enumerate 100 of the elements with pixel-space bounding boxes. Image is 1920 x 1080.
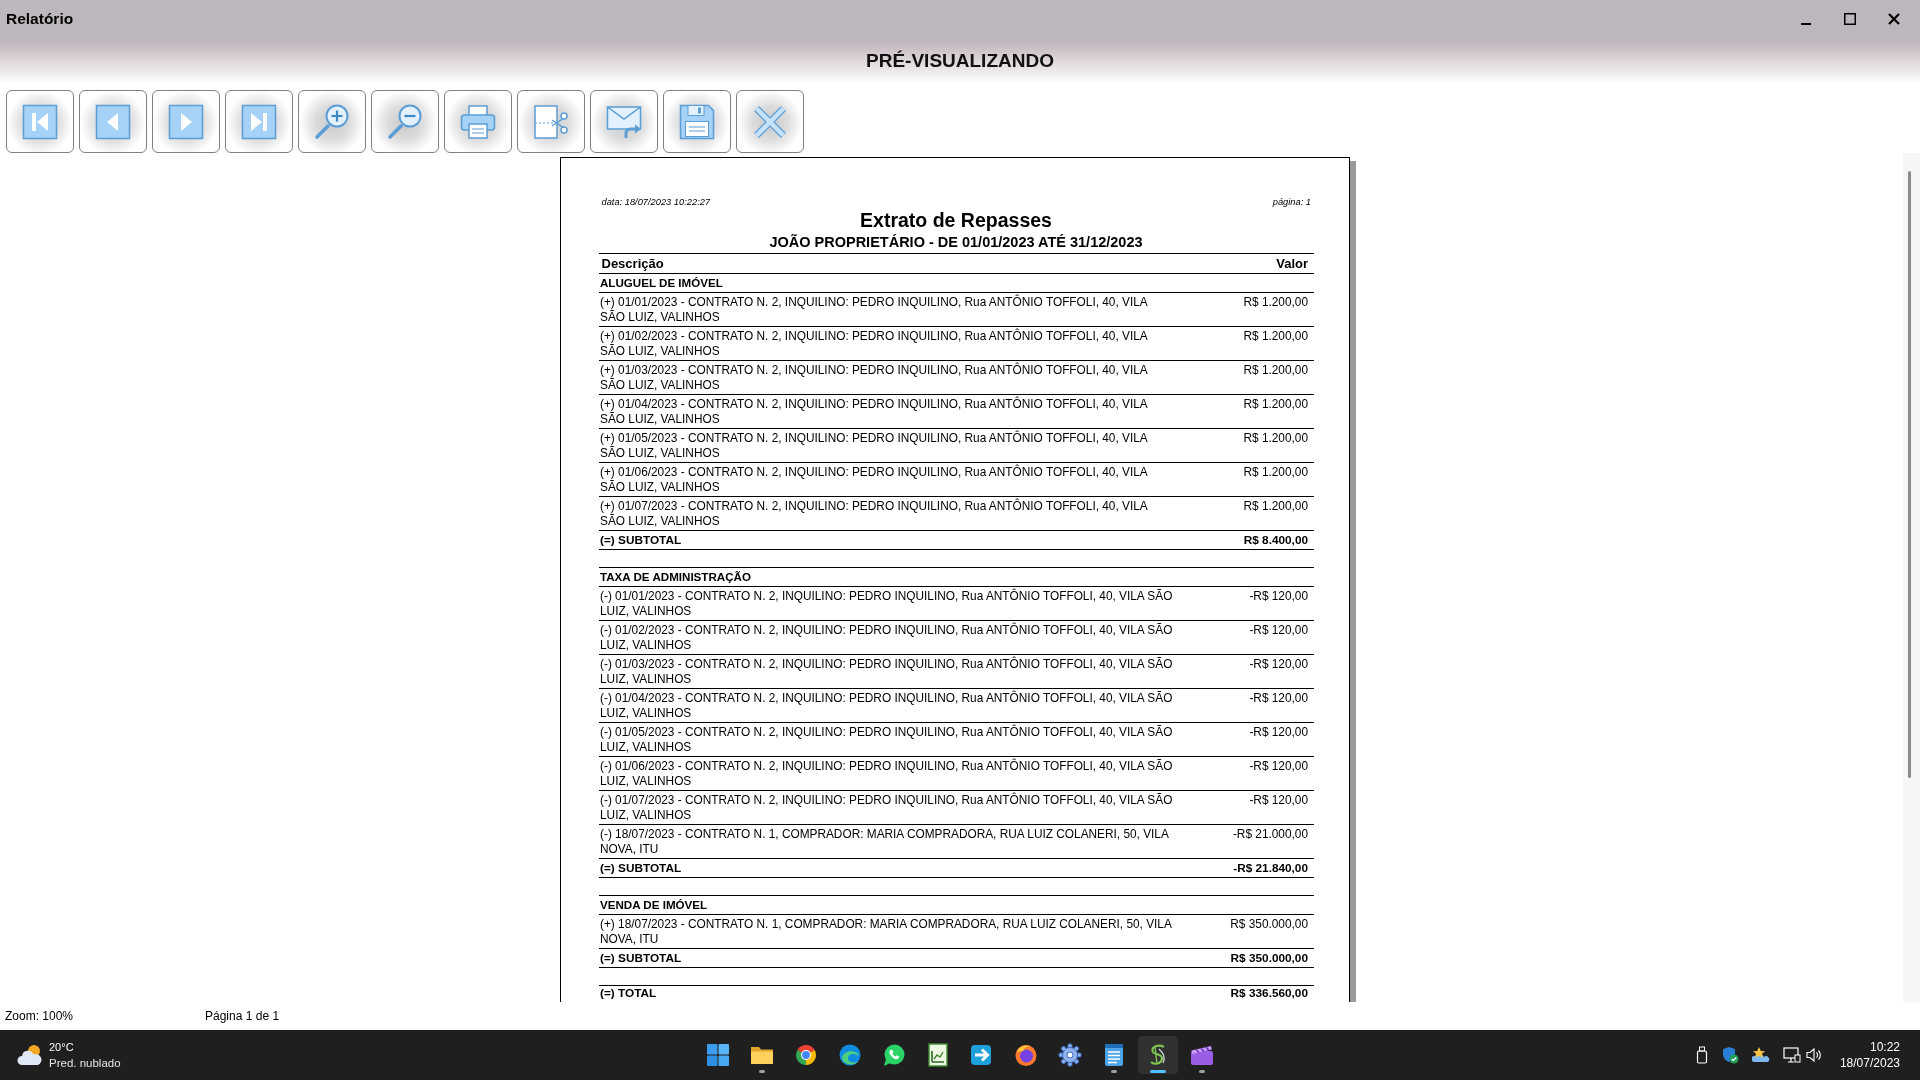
start-icon: [706, 1043, 730, 1067]
description-cell-text: (+) 18/07/2023 - CONTRATO N. 1, COMPRADOR: MARIA COMPRADORA, RUA LUIZ COLANERI, 50, VILA NOVA, ITU: [600, 916, 1173, 948]
printer-icon: [460, 103, 496, 140]
clapperboard-icon: [1190, 1043, 1214, 1067]
spreadsheet-icon: [926, 1043, 950, 1067]
subtotal-value: -R$ 21.840,00: [1233, 860, 1308, 877]
preview-heading: PRÉ-VISUALIZANDO: [866, 50, 1054, 72]
section-title: ALUGUEL DE IMÓVEL: [600, 275, 723, 291]
next-icon: [168, 103, 204, 140]
value-cell-text: -R$ 120,00: [1249, 656, 1308, 673]
column-header: Valor: [1276, 255, 1308, 273]
minimize-icon: [1801, 23, 1811, 25]
description-cell-text: (+) 01/06/2023 - CONTRATO N. 2, INQUILINO: PEDRO INQUILINO, Rua ANTÔNIO TOFFOLI, 40, VILA SÃO LUIZ, VALINHOS: [600, 464, 1149, 496]
last-page-button[interactable]: [225, 90, 293, 153]
value-cell-text: R$ 1.200,00: [1243, 430, 1308, 447]
clock-time[interactable]: 10:22: [1869, 1039, 1900, 1055]
taskbar-button[interactable]: [1138, 1036, 1178, 1074]
close-preview-button[interactable]: [736, 90, 804, 153]
value-cell-text: R$ 350.000,00: [1230, 916, 1308, 933]
skip-start-icon: [22, 103, 58, 140]
save-button[interactable]: [663, 90, 731, 153]
monitor-icon[interactable]: [1782, 1046, 1801, 1064]
ring-logo-icon: [794, 1043, 818, 1067]
gear-icon: [1058, 1043, 1082, 1067]
value-cell-text: R$ 1.200,00: [1243, 498, 1308, 515]
section-title: TAXA DE ADMINISTRAÇÃO: [600, 569, 751, 585]
weather-temperature: 20°C: [49, 1040, 75, 1055]
subtotal-label: (=) SUBTOTAL: [600, 532, 682, 549]
value-cell-text: R$ 1.200,00: [1243, 396, 1308, 413]
value-cell-text: R$ 1.200,00: [1243, 328, 1308, 345]
value-cell-text: R$ 1.200,00: [1243, 294, 1308, 311]
value-cell-text: -R$ 120,00: [1249, 792, 1308, 809]
scrollbar-thumb[interactable]: [1908, 171, 1911, 778]
speaker-icon[interactable]: [1805, 1047, 1822, 1063]
subtotal-label: (=) SUBTOTAL: [600, 950, 682, 967]
description-cell-text: (-) 18/07/2023 - CONTRATO N. 1, COMPRADOR: MARIA COMPRADORA, RUA LUIZ COLANERI, 50, VILA NOVA, ITU: [600, 826, 1170, 858]
description-cell-text: (+) 01/02/2023 - CONTRATO N. 2, INQUILINO: PEDRO INQUILINO, Rua ANTÔNIO TOFFOLI, 40, VILA SÃO LUIZ, VALINHOS: [600, 328, 1149, 360]
value-cell-text: -R$ 120,00: [1249, 690, 1308, 707]
star-icon[interactable]: [1751, 1046, 1770, 1064]
report-title: Extrato de Repasses: [859, 209, 1053, 231]
subtotal-value: R$ 8.400,00: [1243, 532, 1308, 549]
value-cell-text: -R$ 120,00: [1249, 758, 1308, 775]
description-cell-text: (+) 01/07/2023 - CONTRATO N. 2, INQUILINO: PEDRO INQUILINO, Rua ANTÔNIO TOFFOLI, 40, VILA SÃO LUIZ, VALINHOS: [600, 498, 1149, 530]
zoom-out-button[interactable]: [371, 90, 439, 153]
value-cell-text: -R$ 120,00: [1249, 724, 1308, 741]
previous-page-button[interactable]: [79, 90, 147, 153]
total-value: R$ 336.560,00: [1230, 987, 1308, 1000]
window-title: Relatório: [6, 10, 74, 28]
description-cell-text: (-) 01/06/2023 - CONTRATO N. 2, INQUILINO: PEDRO INQUILINO, Rua ANTÔNIO TOFFOLI, 40, VILA SÃO LUIZ, VALINHOS: [600, 758, 1174, 790]
previous-icon: [95, 103, 131, 140]
subtotal-label: (=) SUBTOTAL: [600, 860, 682, 877]
skip-end-icon: [241, 103, 277, 140]
zoom-out-icon: [387, 103, 423, 140]
close-icon: [752, 103, 788, 140]
cloud-sun-icon: [17, 1044, 43, 1066]
cut-page-button[interactable]: [517, 90, 585, 153]
report-subtitle: JOÃO PROPRIETÁRIO - DE 01/01/2023 ATÉ 31/12/2023: [768, 233, 1144, 251]
page-count-label: Página 1 de 1: [205, 1009, 280, 1023]
chat-bubble-icon: [882, 1043, 906, 1067]
description-cell-text: (-) 01/01/2023 - CONTRATO N. 2, INQUILINO: PEDRO INQUILINO, Rua ANTÔNIO TOFFOLI, 40, VILA SÃO LUIZ, VALINHOS: [600, 588, 1174, 620]
description-cell-text: (-) 01/07/2023 - CONTRATO N. 2, INQUILINO: PEDRO INQUILINO, Rua ANTÔNIO TOFFOLI, 40, VILA SÃO LUIZ, VALINHOS: [600, 792, 1174, 824]
description-cell-text: (+) 01/04/2023 - CONTRATO N. 2, INQUILINO: PEDRO INQUILINO, Rua ANTÔNIO TOFFOLI, 40, VILA SÃO LUIZ, VALINHOS: [600, 396, 1149, 428]
zoom-level-label: Zoom: 100%: [5, 1009, 74, 1023]
description-cell-text: (+) 01/03/2023 - CONTRATO N. 2, INQUILINO: PEDRO INQUILINO, Rua ANTÔNIO TOFFOLI, 40, VILA SÃO LUIZ, VALINHOS: [600, 362, 1149, 394]
section-title: VENDA DE IMÓVEL: [600, 897, 708, 913]
first-page-button[interactable]: [6, 90, 74, 153]
report-date: data: 18/07/2023 10:22:27: [601, 197, 711, 208]
envelope-arrow-icon: [606, 103, 642, 140]
weather-condition: Pred. nublado: [49, 1056, 121, 1071]
value-cell-text: -R$ 120,00: [1249, 588, 1308, 605]
print-button[interactable]: [444, 90, 512, 153]
value-cell-text: -R$ 21.000,00: [1232, 826, 1308, 843]
maximize-icon: [1844, 13, 1856, 25]
subtotal-value: R$ 350.000,00: [1230, 950, 1308, 967]
column-header: Descrição: [601, 255, 664, 273]
usb-drive-icon[interactable]: [1695, 1046, 1708, 1064]
fox-globe-icon: [1014, 1043, 1038, 1067]
description-cell-text: (-) 01/03/2023 - CONTRATO N. 2, INQUILINO: PEDRO INQUILINO, Rua ANTÔNIO TOFFOLI, 40, VILA SÃO LUIZ, VALINHOS: [600, 656, 1174, 688]
value-cell-text: -R$ 120,00: [1249, 622, 1308, 639]
next-page-button[interactable]: [152, 90, 220, 153]
value-cell-text: R$ 1.200,00: [1243, 464, 1308, 481]
close-icon: [1888, 13, 1900, 25]
description-cell-text: (-) 01/05/2023 - CONTRATO N. 2, INQUILINO: PEDRO INQUILINO, Rua ANTÔNIO TOFFOLI, 40, VILA SÃO LUIZ, VALINHOS: [600, 724, 1174, 756]
arrow-box-icon: [970, 1043, 994, 1067]
description-cell-text: (-) 01/02/2023 - CONTRATO N. 2, INQUILINO: PEDRO INQUILINO, Rua ANTÔNIO TOFFOLI, 40, VILA SÃO LUIZ, VALINHOS: [600, 622, 1174, 654]
clock-date[interactable]: 18/07/2023: [1839, 1055, 1900, 1071]
description-cell-text: (+) 01/01/2023 - CONTRATO N. 2, INQUILINO: PEDRO INQUILINO, Rua ANTÔNIO TOFFOLI, 40, VILA SÃO LUIZ, VALINHOS: [600, 294, 1149, 326]
total-label: (=) TOTAL: [600, 987, 657, 1000]
value-cell-text: R$ 1.200,00: [1243, 362, 1308, 379]
description-cell-text: (-) 01/04/2023 - CONTRATO N. 2, INQUILINO: PEDRO INQUILINO, Rua ANTÔNIO TOFFOLI, 40, VILA SÃO LUIZ, VALINHOS: [600, 690, 1174, 722]
zoom-in-icon: [314, 103, 350, 140]
scrollbar-track[interactable]: [1903, 153, 1920, 1002]
description-cell-text: (+) 01/05/2023 - CONTRATO N. 2, INQUILINO: PEDRO INQUILINO, Rua ANTÔNIO TOFFOLI, 40, VILA SÃO LUIZ, VALINHOS: [600, 430, 1149, 462]
page-scissors-icon: [533, 103, 569, 140]
wave-logo-icon: [838, 1043, 862, 1067]
page-number: página: 1: [1272, 197, 1311, 208]
zoom-in-button[interactable]: [298, 90, 366, 153]
notepad-icon: [1102, 1043, 1126, 1067]
email-button[interactable]: [590, 90, 658, 153]
shield-check-icon[interactable]: [1720, 1046, 1739, 1064]
